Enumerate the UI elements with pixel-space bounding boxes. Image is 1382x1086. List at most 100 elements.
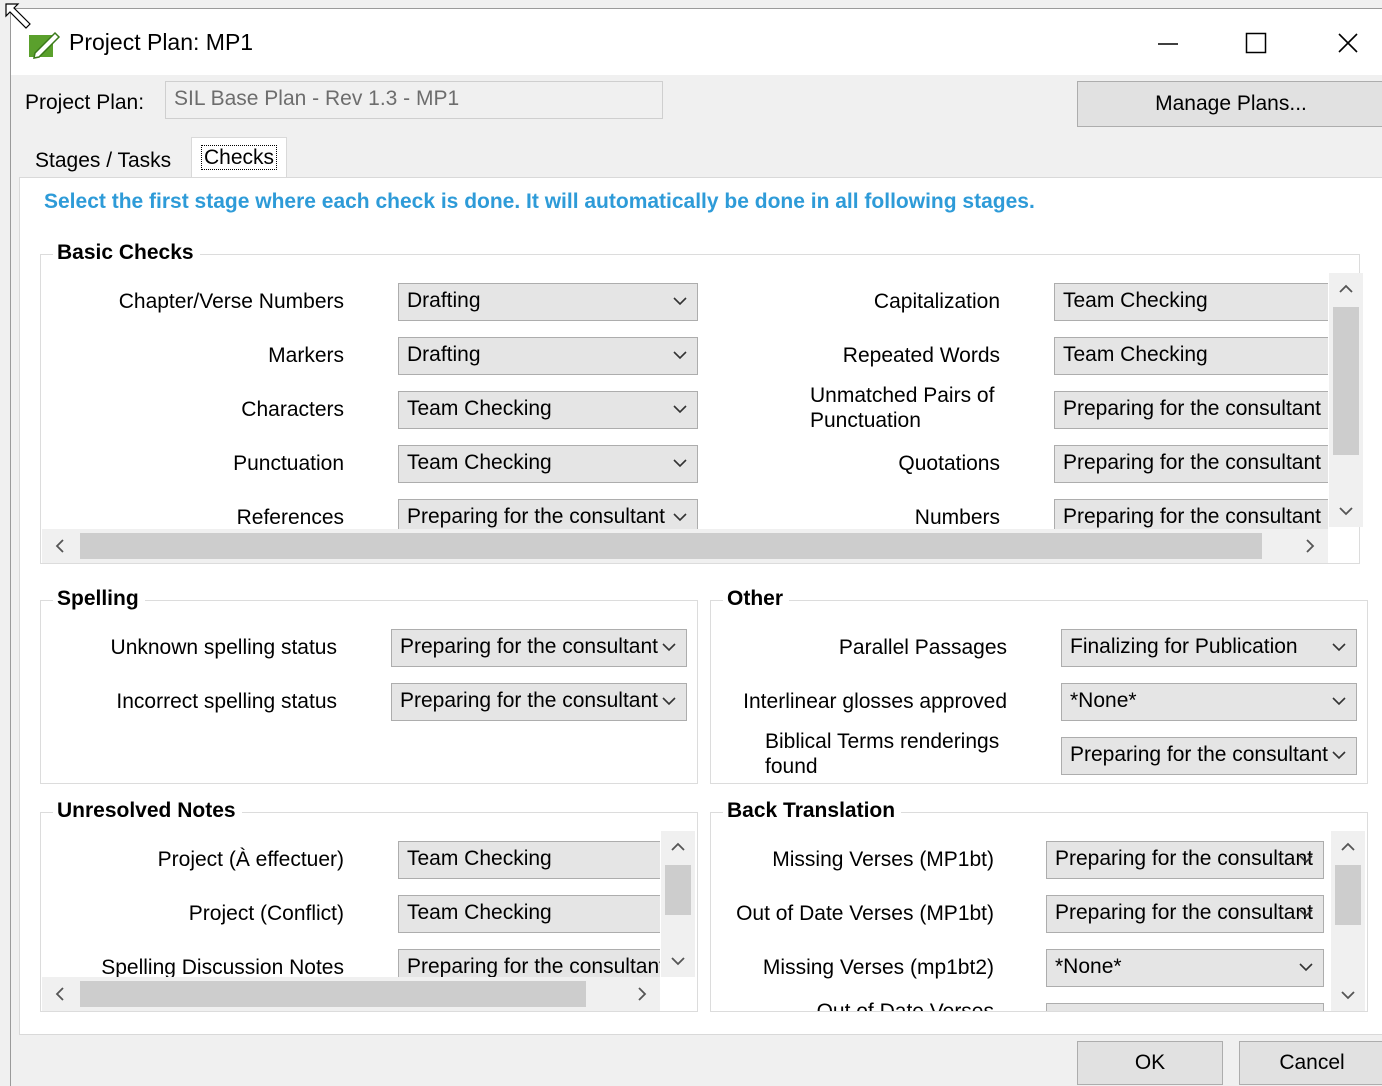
basic-checks-viewport: Chapter/Verse Numbers Drafting Markers D… bbox=[42, 265, 1328, 529]
chevron-down-icon bbox=[1332, 697, 1346, 706]
dropdown-value: Drafting bbox=[407, 343, 481, 366]
dropdown-value: Team Checking bbox=[407, 451, 552, 474]
check-label: Project (Conflict) bbox=[188, 902, 344, 925]
chevron-down-icon bbox=[673, 351, 687, 360]
tab-stages-tasks[interactable]: Stages / Tasks bbox=[25, 141, 181, 181]
resize-cursor-icon bbox=[5, 3, 31, 29]
unresolved-notes-vscroll[interactable] bbox=[661, 831, 695, 977]
dropdown-value: Team Checking bbox=[1063, 289, 1208, 312]
project-plan-window: Project Plan: MP1 Project Plan: SIL Base… bbox=[10, 8, 1382, 1086]
check-stage-dropdown[interactable]: Preparing for the consultant bbox=[1046, 895, 1324, 933]
chevron-down-icon bbox=[673, 459, 687, 468]
vscroll-thumb[interactable] bbox=[665, 865, 691, 915]
chevron-down-icon bbox=[1299, 963, 1313, 972]
check-label: Parallel Passages bbox=[838, 636, 1007, 659]
vscroll-thumb[interactable] bbox=[1335, 865, 1361, 925]
spelling-title: Spelling bbox=[53, 587, 145, 611]
scroll-right-icon[interactable] bbox=[1300, 536, 1320, 556]
other-group: Other Parallel Passages Finalizing for P… bbox=[710, 587, 1368, 784]
scroll-down-icon[interactable] bbox=[1338, 985, 1358, 1005]
basic-checks-hscroll[interactable] bbox=[42, 529, 1328, 563]
check-stage-dropdown[interactable]: Preparing for the consultant bbox=[398, 949, 660, 977]
chevron-down-icon bbox=[1332, 751, 1346, 760]
basic-checks-vscroll[interactable] bbox=[1329, 273, 1363, 527]
hscroll-thumb[interactable] bbox=[80, 981, 586, 1007]
scroll-up-icon[interactable] bbox=[668, 837, 688, 857]
check-label: Interlinear glosses approved bbox=[743, 690, 1007, 713]
check-stage-dropdown[interactable] bbox=[1046, 1003, 1324, 1011]
vscroll-thumb[interactable] bbox=[1333, 307, 1359, 455]
spelling-group: Spelling Unknown spelling status Prepari… bbox=[40, 587, 698, 784]
check-stage-dropdown[interactable]: Preparing for the consultant bbox=[1054, 391, 1328, 429]
check-label: Spelling Discussion Notes bbox=[101, 956, 344, 977]
check-label: Capitalization bbox=[873, 290, 1000, 313]
check-label: Characters bbox=[241, 398, 344, 421]
check-stage-dropdown[interactable]: *None* bbox=[1046, 949, 1324, 987]
check-stage-dropdown[interactable]: Team Checking bbox=[398, 841, 660, 879]
check-label: Project (À effectuer) bbox=[157, 848, 344, 871]
chevron-down-icon bbox=[1299, 855, 1313, 864]
back-translation-vscroll[interactable] bbox=[1331, 831, 1365, 1011]
dropdown-value: Preparing for the consultant bbox=[1063, 397, 1321, 420]
check-label: Chapter/Verse Numbers bbox=[118, 290, 344, 313]
ok-button[interactable]: OK bbox=[1077, 1041, 1223, 1085]
scroll-down-icon[interactable] bbox=[668, 951, 688, 971]
check-stage-dropdown[interactable]: Preparing for the consultant bbox=[391, 629, 687, 667]
dropdown-value: Preparing for the consultant bbox=[1055, 847, 1313, 870]
chevron-down-icon bbox=[673, 297, 687, 306]
check-stage-dropdown[interactable]: Preparing for the consultant bbox=[398, 499, 698, 529]
check-stage-dropdown[interactable]: Team Checking bbox=[1054, 337, 1328, 375]
dropdown-value: Team Checking bbox=[407, 397, 552, 420]
check-stage-dropdown[interactable]: Preparing for the consultant bbox=[1061, 737, 1357, 775]
check-label: Missing Verses (MP1bt) bbox=[772, 848, 994, 871]
hscroll-thumb[interactable] bbox=[80, 533, 1262, 559]
tab-checks[interactable]: Checks bbox=[191, 137, 288, 179]
window-title: Project Plan: MP1 bbox=[69, 29, 254, 55]
check-stage-dropdown[interactable]: Preparing for the consultant bbox=[1054, 445, 1328, 483]
scroll-down-icon[interactable] bbox=[1336, 501, 1356, 521]
back-translation-viewport: Missing Verses (MP1bt) Preparing for the… bbox=[712, 823, 1330, 1011]
check-label: Numbers bbox=[914, 506, 1000, 529]
check-label: Quotations bbox=[898, 452, 1000, 475]
minimize-button[interactable] bbox=[1145, 23, 1191, 63]
dropdown-value: Preparing for the consultant bbox=[1063, 505, 1321, 528]
title-bar: Project Plan: MP1 bbox=[11, 9, 1382, 75]
other-title: Other bbox=[723, 587, 790, 611]
project-plan-label: Project Plan: bbox=[25, 91, 145, 114]
check-label: Out of Date Verses bbox=[718, 999, 994, 1011]
check-label: Out of Date Verses (MP1bt) bbox=[736, 902, 994, 925]
scroll-up-icon[interactable] bbox=[1338, 837, 1358, 857]
check-stage-dropdown[interactable]: *None* bbox=[1061, 683, 1357, 721]
check-stage-dropdown[interactable]: Team Checking bbox=[398, 445, 698, 483]
check-stage-dropdown[interactable]: Team Checking bbox=[1054, 283, 1328, 321]
scroll-right-icon[interactable] bbox=[632, 984, 652, 1004]
check-stage-dropdown[interactable]: Drafting bbox=[398, 283, 698, 321]
check-stage-dropdown[interactable]: Preparing for the consultant bbox=[1046, 841, 1324, 879]
check-label: Unmatched Pairs of Punctuation bbox=[810, 384, 995, 432]
dropdown-value: *None* bbox=[1070, 689, 1137, 712]
check-stage-dropdown[interactable]: Preparing for the consultant bbox=[391, 683, 687, 721]
check-stage-dropdown[interactable]: Preparing for the consultant bbox=[1054, 499, 1328, 529]
chevron-down-icon bbox=[662, 643, 676, 652]
cancel-button[interactable]: Cancel bbox=[1239, 1041, 1382, 1085]
check-stage-dropdown[interactable]: Team Checking bbox=[398, 391, 698, 429]
scroll-up-icon[interactable] bbox=[1336, 279, 1356, 299]
check-stage-dropdown[interactable]: Finalizing for Publication bbox=[1061, 629, 1357, 667]
maximize-icon bbox=[1245, 32, 1267, 54]
manage-plans-button[interactable]: Manage Plans... bbox=[1077, 81, 1382, 127]
chevron-down-icon bbox=[1332, 643, 1346, 652]
dropdown-value: Preparing for the consultant bbox=[1055, 901, 1313, 924]
close-button[interactable] bbox=[1325, 23, 1371, 63]
check-stage-dropdown[interactable]: Drafting bbox=[398, 337, 698, 375]
scroll-left-icon[interactable] bbox=[50, 984, 70, 1004]
check-label: Biblical Terms renderings found bbox=[765, 730, 1000, 778]
check-stage-dropdown[interactable]: Team Checking bbox=[398, 895, 660, 933]
unresolved-notes-hscroll[interactable] bbox=[42, 977, 660, 1011]
basic-checks-group: Basic Checks Chapter/Verse Numbers Draft… bbox=[40, 241, 1363, 564]
scroll-left-icon[interactable] bbox=[50, 536, 70, 556]
maximize-button[interactable] bbox=[1233, 23, 1279, 63]
back-translation-group: Back Translation Missing Verses (MP1bt) … bbox=[710, 799, 1368, 1012]
back-translation-title: Back Translation bbox=[723, 799, 902, 823]
project-plan-field[interactable]: SIL Base Plan - Rev 1.3 - MP1 bbox=[165, 81, 663, 119]
unresolved-notes-title: Unresolved Notes bbox=[53, 799, 242, 823]
